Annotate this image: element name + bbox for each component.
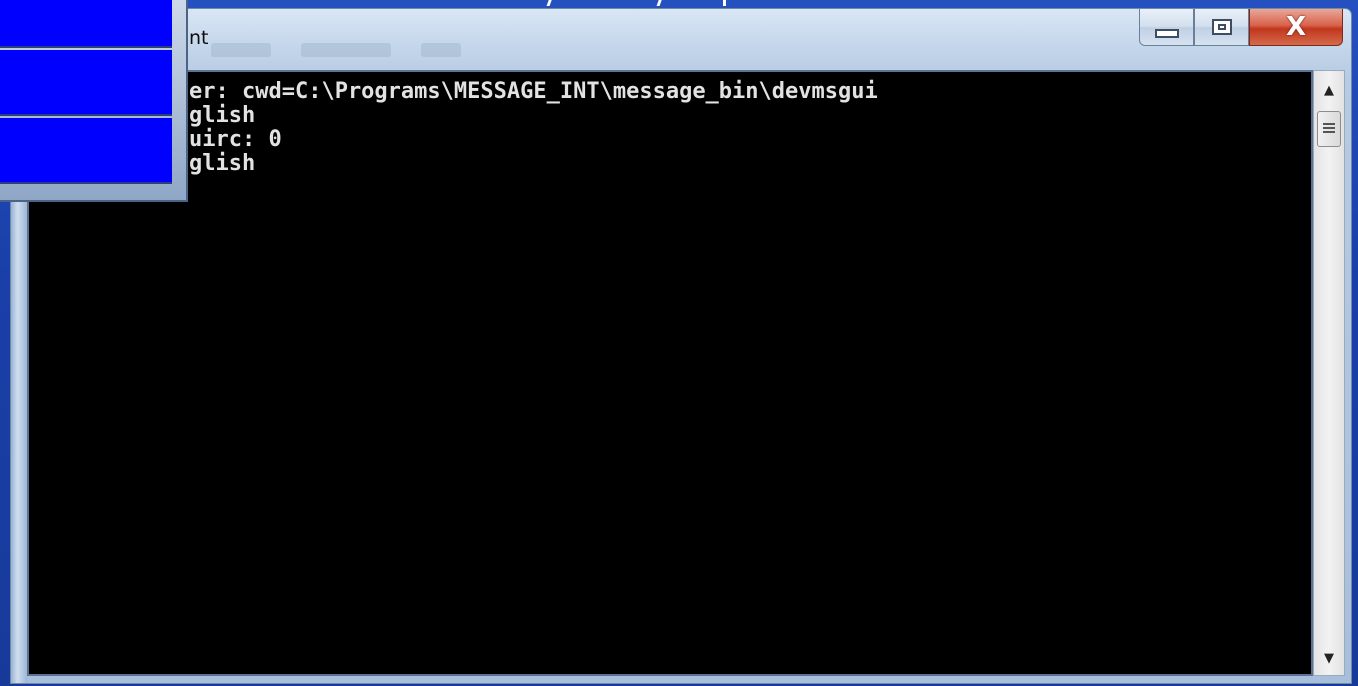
vertical-scrollbar[interactable]: ▲ ▼ — [1313, 70, 1345, 676]
scroll-down-arrow-icon[interactable]: ▼ — [1314, 643, 1344, 673]
close-button[interactable]: X — [1249, 9, 1343, 46]
desktop: nt X er: cwd=C:\Programs\MESSAGE_INT\mes… — [0, 0, 1358, 686]
window-title: nt — [189, 27, 209, 49]
scroll-up-arrow-icon[interactable]: ▲ — [1314, 75, 1344, 105]
console-line: glish — [189, 151, 256, 176]
console-output[interactable]: er: cwd=C:\Programs\MESSAGE_INT\message_… — [27, 70, 1313, 676]
console-line: uirc: 0 — [189, 127, 282, 152]
minimize-button[interactable] — [1139, 9, 1194, 46]
grip-icon — [1323, 123, 1335, 135]
titlebar-reflection — [301, 43, 391, 57]
side-panel — [0, 0, 188, 202]
side-panel-item[interactable] — [0, 0, 172, 48]
titlebar-reflection — [421, 43, 461, 57]
side-panel-item[interactable] — [0, 118, 172, 184]
top-overlay-text-fragment — [520, 0, 740, 6]
window-titlebar[interactable]: nt X — [11, 9, 1351, 67]
console-text: er: cwd=C:\Programs\MESSAGE_INT\message_… — [189, 80, 878, 176]
caption-buttons: X — [1139, 9, 1345, 47]
console-line: er: cwd=C:\Programs\MESSAGE_INT\message_… — [189, 79, 878, 104]
scroll-thumb[interactable] — [1317, 111, 1341, 147]
titlebar-reflection — [211, 43, 271, 57]
maximize-button[interactable] — [1194, 9, 1249, 46]
console-line: glish — [189, 103, 256, 128]
side-panel-item[interactable] — [0, 50, 172, 116]
close-icon: X — [1285, 12, 1307, 42]
command-prompt-window: nt X er: cwd=C:\Programs\MESSAGE_INT\mes… — [10, 8, 1352, 684]
minimize-icon — [1154, 28, 1179, 38]
restore-icon — [1211, 19, 1232, 35]
